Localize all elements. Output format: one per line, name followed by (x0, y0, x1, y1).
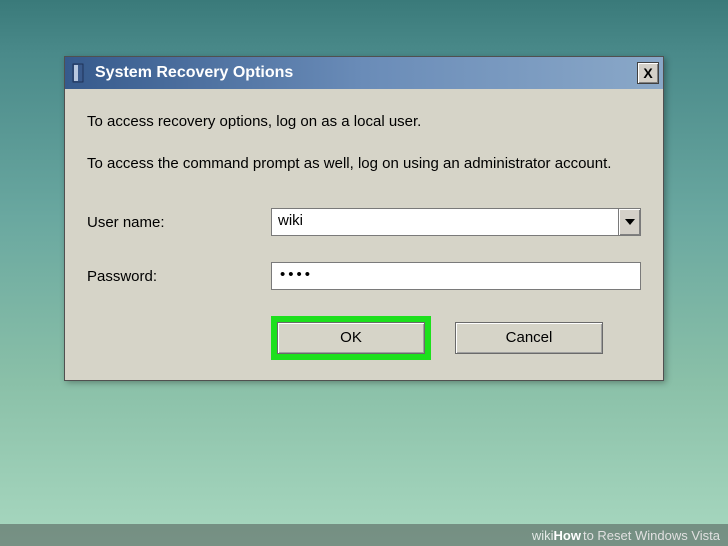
username-combobox[interactable]: wiki (271, 208, 641, 236)
close-icon: X (643, 65, 652, 81)
instruction-text-2: To access the command prompt as well, lo… (87, 154, 641, 174)
watermark-wiki: wiki (532, 528, 554, 543)
password-label: Password: (87, 268, 271, 285)
username-label: User name: (87, 214, 271, 231)
instruction-text-1: To access recovery options, log on as a … (87, 113, 641, 130)
cancel-button[interactable]: Cancel (455, 322, 603, 354)
ok-button[interactable]: OK (277, 322, 425, 354)
app-icon (71, 63, 89, 83)
watermark: wikiHow to Reset Windows Vista (0, 524, 728, 546)
password-row: Password: •••• (87, 262, 641, 290)
close-button[interactable]: X (637, 62, 659, 84)
username-value: wiki (272, 209, 618, 235)
system-recovery-dialog: System Recovery Options X To access reco… (64, 56, 664, 381)
dialog-title: System Recovery Options (95, 64, 637, 82)
titlebar: System Recovery Options X (65, 57, 663, 89)
ok-highlight: OK (271, 316, 431, 360)
password-input[interactable]: •••• (271, 262, 641, 290)
watermark-how: How (554, 528, 581, 543)
dropdown-arrow-icon[interactable] (618, 209, 640, 235)
dialog-content: To access recovery options, log on as a … (65, 89, 663, 380)
button-row: OK Cancel (87, 316, 641, 360)
watermark-rest: to Reset Windows Vista (583, 528, 720, 543)
username-row: User name: wiki (87, 208, 641, 236)
